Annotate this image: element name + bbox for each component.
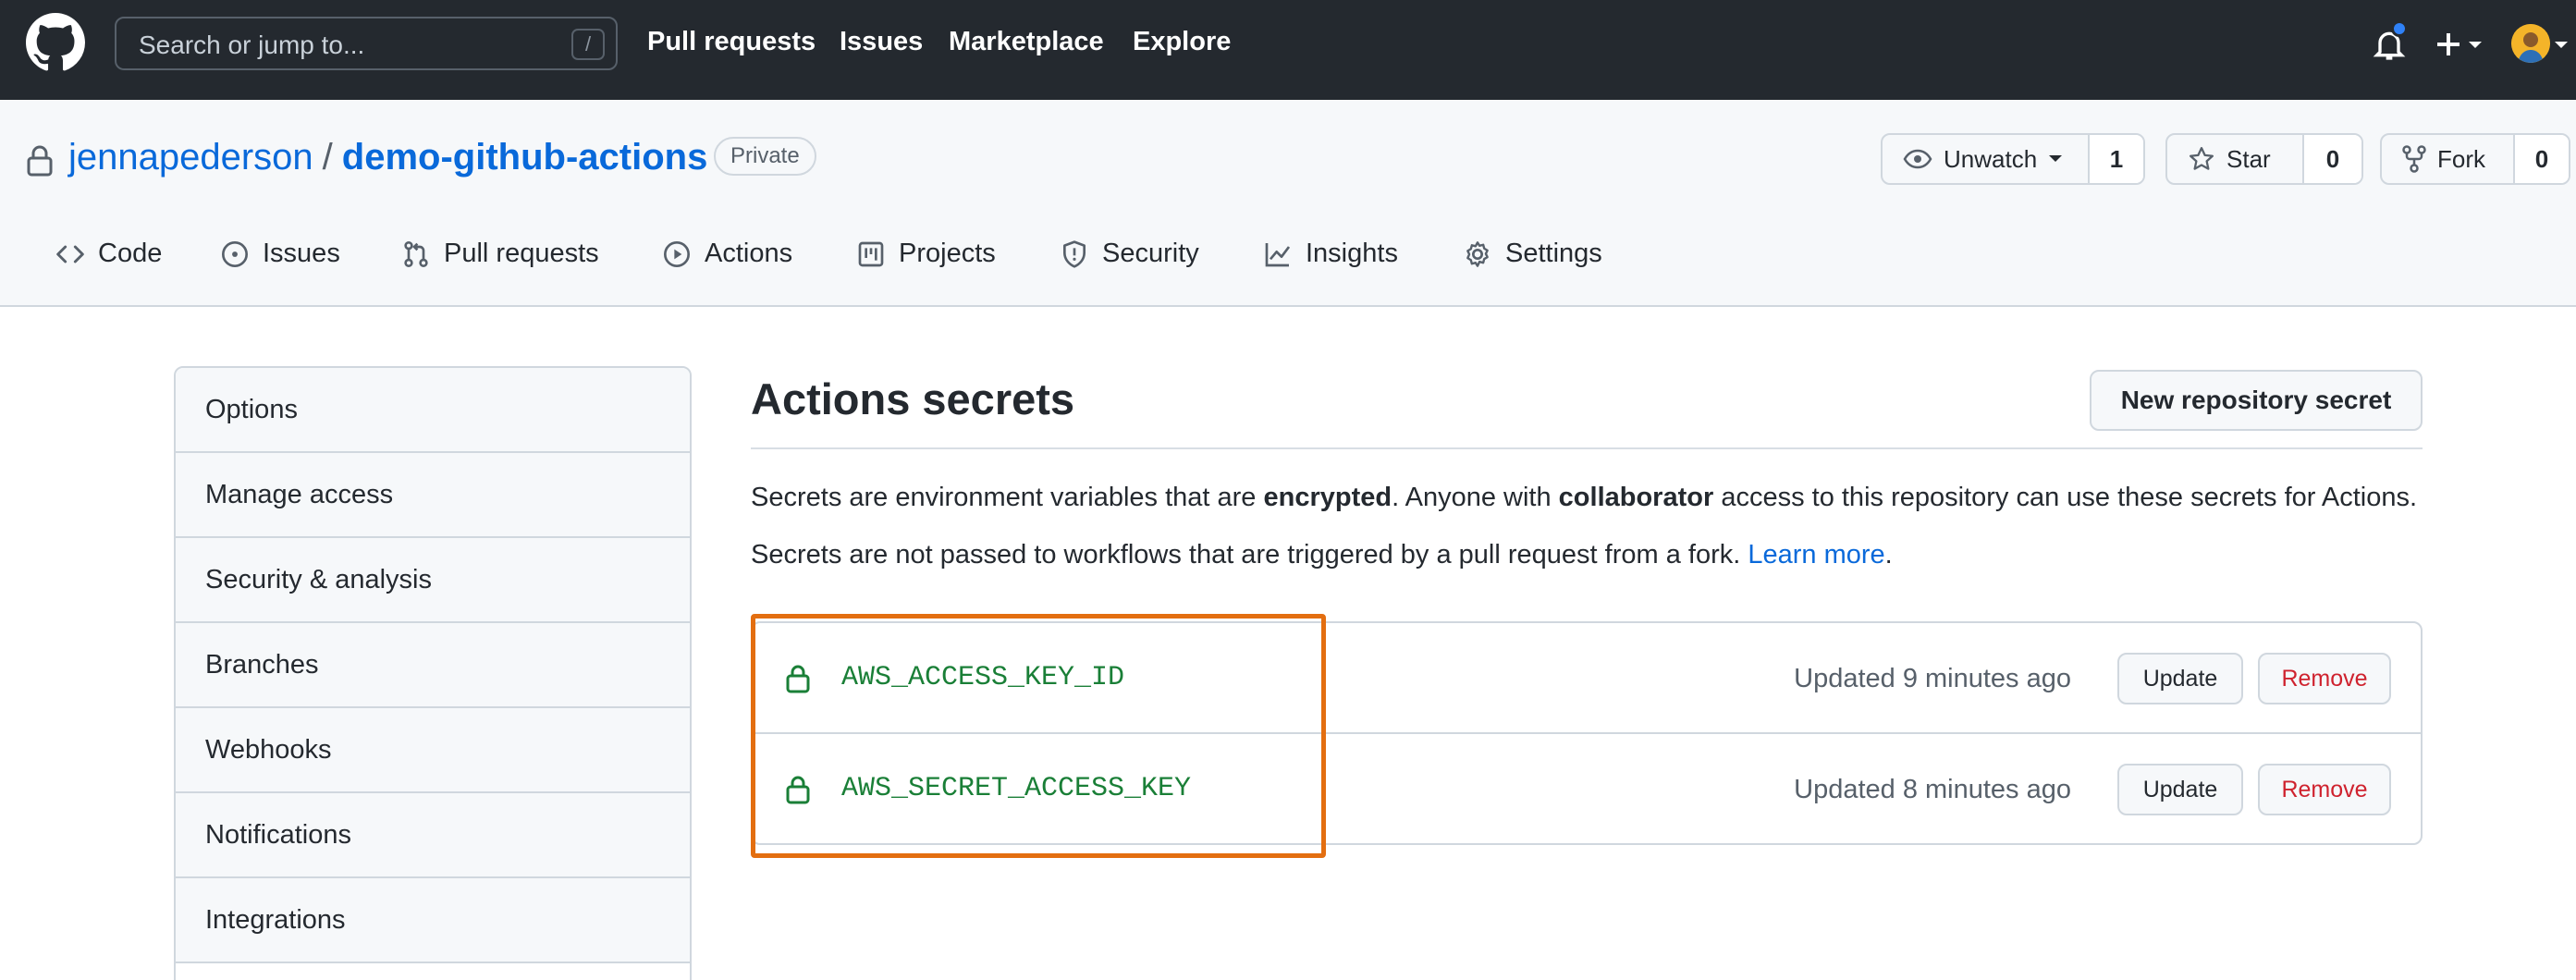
star-button[interactable]: Star	[2167, 135, 2304, 183]
sidebar-item-security-analysis[interactable]: Security & analysis	[176, 538, 690, 623]
create-new-plus-icon[interactable]	[2434, 24, 2489, 65]
lock-icon	[786, 776, 810, 804]
notice-text: .	[1884, 540, 1893, 570]
nav-marketplace[interactable]: Marketplace	[949, 27, 1104, 57]
secret-name: AWS_SECRET_ACCESS_KEY	[841, 773, 1192, 804]
tab-insights[interactable]: Insights	[1263, 239, 1398, 269]
issue-opened-icon	[222, 240, 248, 267]
page-title: Actions secrets	[751, 374, 1075, 423]
breadcrumb-separator: /	[322, 137, 333, 178]
notice-text: Secrets are not passed to workflows that…	[751, 540, 1748, 570]
unwatch-label: Unwatch	[1944, 144, 2038, 173]
fork-notice: Secrets are not passed to workflows that…	[751, 540, 1893, 570]
star-label: Star	[2226, 144, 2271, 173]
update-secret-button[interactable]: Update	[2117, 764, 2243, 815]
play-icon	[664, 240, 690, 267]
tab-projects[interactable]: Projects	[856, 239, 996, 269]
shield-icon	[1063, 239, 1086, 268]
gear-icon	[1466, 240, 1489, 267]
remove-secret-button[interactable]: Remove	[2258, 764, 2391, 815]
nav-pull-requests[interactable]: Pull requests	[647, 27, 816, 57]
secret-name: AWS_ACCESS_KEY_ID	[841, 662, 1125, 693]
tab-settings[interactable]: Settings	[1463, 239, 1602, 269]
unwatch-button[interactable]: Unwatch	[1883, 135, 2090, 183]
secret-row: AWS_SECRET_ACCESS_KEY Updated 8 minutes …	[753, 734, 2421, 845]
desc-text: . Anyone with	[1392, 483, 1559, 512]
update-secret-button[interactable]: Update	[2117, 653, 2243, 704]
visibility-badge: Private	[714, 137, 816, 176]
tab-label: Code	[98, 239, 163, 268]
git-pull-request-icon	[404, 240, 428, 267]
user-avatar[interactable]	[2511, 24, 2550, 63]
watch-button-group: Unwatch 1	[1881, 133, 2145, 185]
repo-name-link[interactable]: demo-github-actions	[342, 137, 708, 178]
search-shortcut-key: /	[571, 29, 605, 60]
secret-updated-time: Updated 9 minutes ago	[1794, 664, 2071, 693]
global-header: Search or jump to... / Pull requests Iss…	[0, 0, 2576, 100]
sidebar-item-integrations[interactable]: Integrations	[176, 878, 690, 963]
settings-sidebar: Options Manage access Security & analysi…	[174, 366, 692, 980]
tab-issues[interactable]: Issues	[220, 239, 340, 269]
secrets-list: AWS_ACCESS_KEY_ID Updated 9 minutes ago …	[751, 621, 2423, 845]
sidebar-item-webhooks[interactable]: Webhooks	[176, 708, 690, 793]
code-icon	[56, 245, 84, 263]
desc-text: Secrets are environment variables that a…	[751, 483, 1264, 512]
tab-label: Actions	[705, 239, 793, 268]
desc-bold-collaborator: collaborator	[1558, 483, 1714, 512]
fork-count[interactable]: 0	[2515, 135, 2569, 183]
project-icon	[858, 241, 884, 266]
tab-label: Issues	[263, 239, 340, 268]
learn-more-link[interactable]: Learn more	[1748, 540, 1884, 570]
eye-icon	[1903, 149, 1932, 169]
lock-icon	[786, 665, 810, 693]
tab-label: Insights	[1306, 239, 1398, 268]
remove-secret-button[interactable]: Remove	[2258, 653, 2391, 704]
search-placeholder: Search or jump to...	[139, 31, 365, 59]
desc-text: access to this repository can use these …	[1713, 483, 2418, 512]
secrets-description: Secrets are environment variables that a…	[751, 483, 2417, 513]
tab-label: Settings	[1505, 239, 1602, 268]
lock-icon	[27, 145, 53, 177]
nav-explore[interactable]: Explore	[1133, 27, 1231, 57]
secret-updated-time: Updated 8 minutes ago	[1794, 775, 2071, 804]
tab-label: Projects	[899, 239, 996, 268]
tab-code[interactable]: Code	[55, 239, 162, 269]
repo-header: jennapederson / demo-github-actions Privat…	[0, 100, 2576, 307]
tab-security[interactable]: Security	[1060, 239, 1199, 269]
tab-actions[interactable]: Actions	[662, 239, 792, 269]
watch-count[interactable]: 1	[2090, 135, 2143, 183]
search-input[interactable]: Search or jump to... /	[115, 17, 618, 70]
desc-bold-encrypted: encrypted	[1263, 483, 1392, 512]
chevron-down-icon[interactable]	[2554, 41, 2569, 50]
fork-label: Fork	[2437, 144, 2485, 173]
title-divider	[751, 447, 2423, 449]
repo-breadcrumb: jennapederson / demo-github-actions	[68, 137, 707, 178]
tab-label: Pull requests	[444, 239, 599, 268]
repo-owner-link[interactable]: jennapederson	[68, 137, 313, 178]
star-button-group: Star 0	[2165, 133, 2363, 185]
new-repository-secret-button[interactable]: New repository secret	[2090, 370, 2423, 431]
tab-label: Security	[1102, 239, 1199, 268]
tab-pull-requests[interactable]: Pull requests	[401, 239, 599, 269]
fork-button[interactable]: Fork	[2382, 135, 2515, 183]
repo-forked-icon	[2402, 145, 2426, 173]
secret-row: AWS_ACCESS_KEY_ID Updated 9 minutes ago …	[753, 623, 2421, 734]
star-count[interactable]: 0	[2304, 135, 2361, 183]
sidebar-item-branches[interactable]: Branches	[176, 623, 690, 708]
star-icon	[2190, 147, 2214, 170]
sidebar-item-notifications[interactable]: Notifications	[176, 793, 690, 878]
graph-icon	[1265, 242, 1291, 266]
github-logo-icon[interactable]	[26, 13, 85, 72]
sidebar-item-options[interactable]: Options	[176, 368, 690, 453]
sidebar-item-manage-access[interactable]: Manage access	[176, 453, 690, 538]
chevron-down-icon	[2049, 155, 2063, 162]
nav-issues[interactable]: Issues	[840, 27, 923, 57]
unread-indicator	[2391, 20, 2408, 37]
fork-button-group: Fork 0	[2380, 133, 2570, 185]
